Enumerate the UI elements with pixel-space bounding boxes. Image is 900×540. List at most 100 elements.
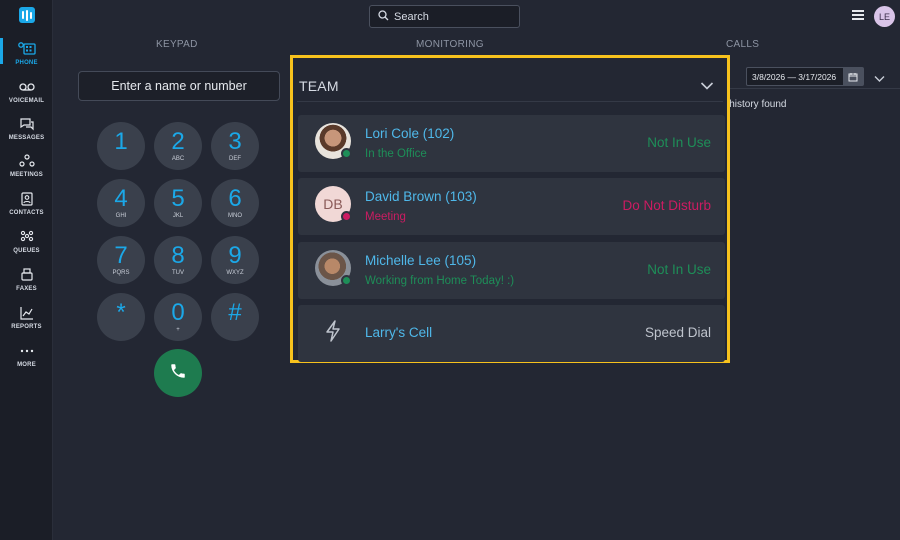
user-avatar[interactable]: LE [874,6,895,27]
member-note: Meeting [365,211,406,223]
date-range-text: 3/8/2026 — 3/17/2026 [752,71,837,82]
member-name: Lori Cole (102) [365,126,455,141]
avatar-initials: DB [323,196,343,212]
keypad-key-4[interactable]: 4 GHI [97,179,145,227]
key-digit: 3 [228,127,242,155]
sidebar-item-voicemail[interactable]: VOICEMAIL [0,78,53,114]
sidebar-item-label: CONTACTS [9,210,44,216]
member-status: Do Not Disturb [622,198,711,213]
keypad-key-star[interactable]: * [97,293,145,341]
key-digit: * [116,298,126,326]
avatar [315,250,352,286]
phone-icon [17,40,36,58]
fax-icon [18,266,36,284]
phone-handset-icon [169,362,187,385]
search-input[interactable] [394,10,504,23]
queues-icon [18,228,36,246]
key-digit: # [228,298,242,326]
calendar-icon[interactable] [843,68,863,85]
tab-keypad[interactable]: KEYPAD [156,39,198,50]
keypad-key-2[interactable]: 2 ABC [154,122,202,170]
key-digit: 9 [228,241,242,269]
dial-number-input[interactable] [78,71,280,101]
key-letters: DEF [229,155,241,162]
key-digit: 0 [171,298,185,326]
key-letters: MNO [228,212,242,219]
key-letters: PQRS [112,269,130,276]
key-digit: 5 [171,184,185,212]
keypad-key-1[interactable]: 1 [97,122,145,170]
sidebar-item-label: VOICEMAIL [8,98,45,104]
sidebar-item-label: MORE [17,362,36,368]
sidebar-item-label: REPORTS [11,324,42,330]
keypad-key-9[interactable]: 9 WXYZ [211,236,259,284]
chevron-down-icon[interactable] [874,70,885,88]
divider [728,88,900,89]
key-digit: 8 [171,241,185,269]
member-note: Working from Home Today! :) [365,275,515,287]
keypad-key-3[interactable]: 3 DEF [211,122,259,170]
key-letters: TUV [172,269,184,276]
sidebar-item-label: MEETINGS [10,172,43,178]
sidebar-item-label: PHONE [15,60,38,66]
sidebar-item-label: FAXES [16,286,37,292]
team-member-card[interactable]: Lori Cole (102) In the Office Not In Use [298,115,725,172]
keypad-key-5[interactable]: 5 JKL [154,179,202,227]
sidebar-item-queues[interactable]: QUEUES [0,228,53,264]
member-status: Not In Use [647,135,711,150]
member-name: Larry's Cell [365,325,433,340]
key-letters: WXYZ [226,269,244,276]
sidebar-item-more[interactable]: MORE [0,342,53,378]
sidebar-item-phone[interactable]: PHONE [0,38,53,76]
member-name: Michelle Lee (105) [365,253,477,268]
voicemail-icon [18,78,36,96]
sidebar-item-contacts[interactable]: CONTACTS [0,190,53,226]
ellipsis-icon [18,342,36,360]
key-letters: ABC [171,155,185,162]
call-button[interactable] [154,349,202,397]
sidebar-item-reports[interactable]: REPORTS [0,304,53,340]
presence-indicator [341,211,352,222]
tab-monitoring[interactable]: MONITORING [416,39,484,50]
keypad-key-hash[interactable]: # [211,293,259,341]
presence-indicator [341,148,352,159]
app-logo[interactable] [19,7,35,23]
sidebar-item-messages[interactable]: MESSAGES [0,115,53,151]
date-range-picker[interactable]: 3/8/2026 — 3/17/2026 [746,67,864,86]
sidebar-item-label: QUEUES [13,248,40,254]
keypad-key-7[interactable]: 7 PQRS [97,236,145,284]
key-digit: 6 [228,184,242,212]
tab-calls[interactable]: CALLS [726,39,759,50]
chevron-down-icon[interactable] [700,78,714,96]
avatar [315,123,352,159]
speed-dial-card[interactable]: Larry's Cell Speed Dial [298,305,725,362]
team-member-card[interactable]: DB David Brown (103) Meeting Do Not Dist… [298,178,725,235]
team-panel: TEAM Lori Cole (102) In the Office Not I… [290,55,730,363]
member-name: David Brown (103) [365,189,477,204]
key-digit: 4 [114,184,128,212]
chart-icon [18,304,36,322]
presence-indicator [341,275,352,286]
sidebar-item-faxes[interactable]: FAXES [0,266,53,302]
meetings-icon [18,152,36,170]
search-icon [378,8,389,26]
panel-title: TEAM [299,78,339,94]
key-digit: 1 [114,127,128,155]
keypad-key-8[interactable]: 8 TUV [154,236,202,284]
contacts-icon [18,190,36,208]
lightning-bolt-icon [315,313,351,349]
key-letters: JKL [172,212,184,219]
sidebar-item-meetings[interactable]: MEETINGS [0,152,53,188]
key-digit: 7 [114,241,128,269]
member-note: In the Office [365,148,427,160]
hamburger-menu-icon[interactable] [852,10,864,22]
team-member-card[interactable]: Michelle Lee (105) Working from Home Tod… [298,242,725,299]
search-box[interactable] [369,5,520,28]
user-initials: LE [878,11,890,22]
keypad-key-6[interactable]: 6 MNO [211,179,259,227]
sidebar-item-label: MESSAGES [8,135,45,141]
messages-icon [18,115,36,133]
avatar: DB [315,186,352,222]
sidebar: PHONE VOICEMAIL MESSAGES MEETINGS CONTAC… [0,0,53,540]
keypad-key-0[interactable]: 0 + [154,293,202,341]
